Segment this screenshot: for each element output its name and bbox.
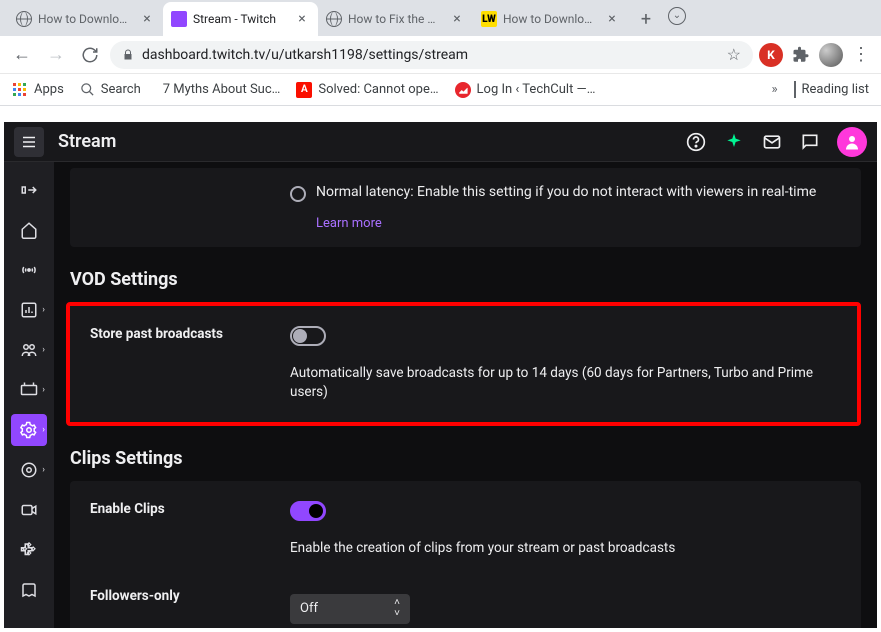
bookmarks-bar: Apps Search 7 Myths About Suc… A Solved:… xyxy=(0,74,881,106)
browser-tab[interactable]: How to Fix the H… × xyxy=(318,2,473,36)
address-bar[interactable]: dashboard.twitch.tv/u/utkarsh1198/settin… xyxy=(110,41,753,69)
tab-title: Stream - Twitch xyxy=(193,12,288,26)
chevron-right-icon: › xyxy=(42,305,45,315)
window-maximize-icon[interactable]: ☐ xyxy=(811,0,831,3)
sidebar: › › › › › xyxy=(4,162,54,628)
twitch-dashboard: Stream xyxy=(4,122,877,628)
store-past-broadcasts-panel: Store past broadcasts Automatically save… xyxy=(66,302,861,426)
chevron-right-icon: › xyxy=(42,385,45,395)
apps-grid-icon xyxy=(12,82,28,98)
tab-title: How to Fix the H… xyxy=(348,12,443,26)
extension-k-icon[interactable]: K xyxy=(759,43,783,67)
sidebar-item-community[interactable]: › xyxy=(11,334,47,366)
lw-icon: LW xyxy=(481,11,497,27)
tab-title: How to Downlo… xyxy=(503,12,598,26)
setting-description: Enable the creation of clips from your s… xyxy=(290,539,841,558)
enable-clips-toggle[interactable] xyxy=(290,501,326,521)
adobe-icon: A xyxy=(296,82,312,98)
browser-tab[interactable]: LW How to Downlo… × xyxy=(473,2,628,36)
tab-search-icon[interactable]: ⌄ xyxy=(668,7,686,25)
sidebar-item-stream-manager[interactable] xyxy=(11,174,47,206)
tab-close-icon[interactable]: × xyxy=(294,11,310,27)
sidebar-item-signal[interactable] xyxy=(11,254,47,286)
globe-icon xyxy=(326,11,342,27)
tab-close-icon[interactable]: × xyxy=(449,11,465,27)
sidebar-item-settings[interactable]: › xyxy=(11,414,47,446)
chevron-right-icon: › xyxy=(42,345,45,355)
tab-close-icon[interactable]: × xyxy=(604,11,620,27)
chevron-right-icon: › xyxy=(42,465,45,475)
bookmark-star-icon[interactable]: ☆ xyxy=(727,45,741,64)
bookmarks-overflow-icon[interactable]: » xyxy=(771,82,777,97)
techcult-bookmark[interactable]: Log In ‹ TechCult —… xyxy=(455,82,596,98)
hamburger-menu-button[interactable] xyxy=(14,127,44,157)
browser-menu-icon[interactable]: ⋮ xyxy=(849,44,873,65)
select-chevron-icon: ˄˅ xyxy=(394,598,400,619)
chevron-right-icon: › xyxy=(42,425,45,435)
sidebar-item-home[interactable] xyxy=(11,214,47,246)
page-title: Stream xyxy=(58,131,116,152)
search-bookmark[interactable]: Search xyxy=(80,82,141,97)
back-button[interactable]: ← xyxy=(8,41,36,69)
radio-label: Normal latency: Enable this setting if y… xyxy=(316,184,816,200)
setting-label: Enable Clips xyxy=(90,501,290,517)
search-icon xyxy=(80,82,95,97)
sidebar-item-analytics[interactable]: › xyxy=(11,294,47,326)
reading-list-icon xyxy=(794,82,796,97)
browser-tab-active[interactable]: Stream - Twitch × xyxy=(163,2,318,36)
inbox-icon[interactable] xyxy=(761,131,783,153)
learn-more-link[interactable]: Learn more xyxy=(316,216,382,231)
wrench-icon xyxy=(455,82,471,98)
help-icon[interactable] xyxy=(685,131,707,153)
tab-close-icon[interactable]: × xyxy=(139,11,155,27)
tab-title: How to Downlo… xyxy=(38,12,133,26)
setting-label: Store past broadcasts xyxy=(90,326,290,342)
lock-icon xyxy=(122,48,134,62)
browser-toolbar: ← → dashboard.twitch.tv/u/utkarsh1198/se… xyxy=(0,36,881,74)
select-value: Off xyxy=(300,601,318,616)
globe-icon xyxy=(16,11,32,27)
sidebar-item-moderation[interactable]: › xyxy=(11,454,47,486)
settings-content: Normal latency: Enable this setting if y… xyxy=(54,162,877,628)
extensions-icon[interactable] xyxy=(789,43,813,67)
window-close-icon[interactable]: ✕ xyxy=(855,0,875,3)
followers-only-select[interactable]: Off ˄˅ xyxy=(290,594,410,624)
setting-label: Followers-only xyxy=(90,588,290,604)
sidebar-item-extensions[interactable] xyxy=(11,534,47,566)
browser-tab[interactable]: How to Downlo… × xyxy=(8,2,163,36)
spark-icon[interactable] xyxy=(723,131,745,153)
url-text: dashboard.twitch.tv/u/utkarsh1198/settin… xyxy=(142,47,468,63)
sidebar-item-camera[interactable] xyxy=(11,494,47,526)
apps-bookmark[interactable]: Apps xyxy=(12,82,64,98)
adobe-bookmark[interactable]: A Solved: Cannot ope… xyxy=(296,82,438,98)
forward-button[interactable]: → xyxy=(42,41,70,69)
clips-panel: Enable Clips Enable the creation of clip… xyxy=(70,481,861,628)
profile-avatar-icon[interactable] xyxy=(819,43,843,67)
store-broadcasts-toggle[interactable] xyxy=(290,326,326,346)
section-heading-vod: VOD Settings xyxy=(70,269,861,290)
browser-tabstrip: ― ☐ ✕ How to Downlo… × Stream - Twitch ×… xyxy=(0,0,881,36)
reading-list-button[interactable]: Reading list xyxy=(794,82,869,97)
new-tab-button[interactable]: + xyxy=(632,5,660,33)
radio-normal-latency[interactable] xyxy=(290,186,306,202)
app-header: Stream xyxy=(4,122,877,162)
latency-panel: Normal latency: Enable this setting if y… xyxy=(70,168,861,247)
window-minimize-icon[interactable]: ― xyxy=(767,0,787,3)
twitch-icon xyxy=(171,11,187,27)
myths-bookmark[interactable]: 7 Myths About Suc… xyxy=(157,82,281,97)
reload-button[interactable] xyxy=(76,41,104,69)
section-heading-clips: Clips Settings xyxy=(70,448,861,469)
sidebar-item-content[interactable]: › xyxy=(11,374,47,406)
sidebar-item-library[interactable] xyxy=(11,574,47,606)
chat-icon[interactable] xyxy=(799,131,821,153)
profile-avatar[interactable] xyxy=(837,127,867,157)
setting-description: Automatically save broadcasts for up to … xyxy=(290,364,837,402)
